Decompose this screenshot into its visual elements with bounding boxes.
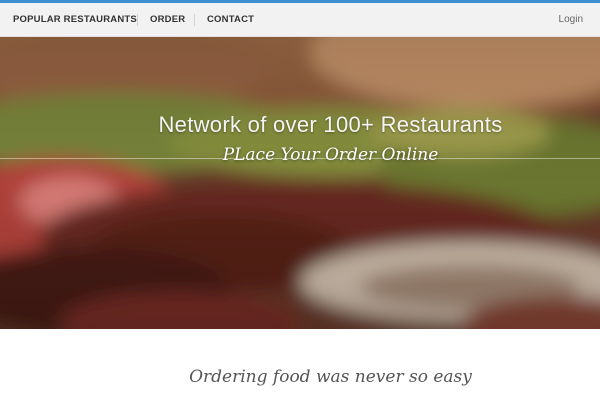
hero-burger-photo <box>0 37 600 329</box>
hero-banner: Network of over 100+ Restaurants PLace Y… <box>0 37 600 329</box>
hero-subtitle: PLace Your Order Online <box>222 145 439 165</box>
nav-order[interactable]: ORDER <box>150 3 185 37</box>
nav-divider <box>194 14 195 26</box>
top-navbar: POPULAR RESTAURANTS ORDER CONTACT Login <box>0 3 600 37</box>
hero-title: Network of over 100+ Restaurants <box>158 112 503 137</box>
intro-section: Ordering food was never so easy <box>0 329 600 400</box>
nav-popular-restaurants[interactable]: POPULAR RESTAURANTS <box>13 3 137 37</box>
nav-divider <box>137 14 138 26</box>
intro-tagline: Ordering food was never so easy <box>189 367 472 387</box>
login-link[interactable]: Login <box>559 3 583 37</box>
nav-contact[interactable]: CONTACT <box>207 3 254 37</box>
